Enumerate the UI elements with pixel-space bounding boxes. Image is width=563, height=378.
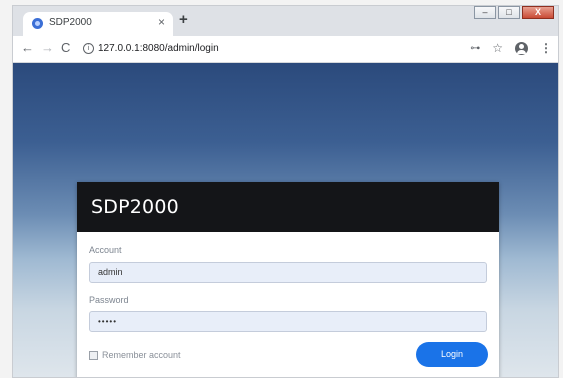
- login-button[interactable]: Login: [416, 342, 488, 367]
- close-window-button[interactable]: X: [522, 6, 554, 19]
- info-icon[interactable]: i: [83, 43, 94, 54]
- forward-arrow-icon[interactable]: →: [41, 41, 54, 55]
- login-header: SDP2000: [77, 182, 499, 232]
- new-tab-button[interactable]: +: [179, 12, 188, 27]
- favicon-icon: [32, 18, 43, 29]
- maximize-button[interactable]: □: [498, 6, 520, 19]
- key-icon[interactable]: ⊶: [470, 43, 480, 54]
- url-text[interactable]: 127.0.0.1:8080/admin/login: [98, 43, 219, 54]
- account-input[interactable]: admin: [89, 262, 487, 283]
- tab-title: SDP2000: [49, 17, 92, 28]
- toolbar-actions: ⊶ ☆ ⋮: [470, 41, 552, 55]
- browser-tab[interactable]: SDP2000 ×: [23, 12, 173, 36]
- remember-label[interactable]: Remember account: [102, 350, 181, 360]
- remember-checkbox[interactable]: [89, 350, 98, 360]
- reload-icon[interactable]: C: [61, 41, 70, 55]
- screenshot-stage: SDP2000 × + – □ X ← → C i 127.0.0.1:8080…: [0, 0, 563, 378]
- password-label: Password: [89, 295, 129, 305]
- window-controls: – □ X: [474, 6, 554, 19]
- bookmark-star-icon[interactable]: ☆: [492, 41, 503, 55]
- back-arrow-icon[interactable]: ←: [21, 41, 34, 55]
- login-card: SDP2000 Account admin Password ••••• Rem…: [77, 182, 499, 377]
- kebab-menu-icon[interactable]: ⋮: [540, 41, 552, 55]
- login-title: SDP2000: [91, 196, 179, 218]
- browser-window: SDP2000 × + – □ X ← → C i 127.0.0.1:8080…: [12, 5, 559, 378]
- password-input[interactable]: •••••: [89, 311, 487, 332]
- page-background: SDP2000 Account admin Password ••••• Rem…: [13, 63, 558, 377]
- tab-strip: SDP2000 × + – □ X: [13, 6, 558, 36]
- account-label: Account: [89, 245, 122, 255]
- address-bar[interactable]: i 127.0.0.1:8080/admin/login: [79, 39, 479, 59]
- account-icon[interactable]: [515, 41, 528, 55]
- browser-toolbar: ← → C i 127.0.0.1:8080/admin/login ⊶ ☆ ⋮: [13, 36, 558, 63]
- remember-account[interactable]: Remember account: [89, 350, 181, 360]
- tab-close-icon[interactable]: ×: [158, 15, 165, 29]
- minimize-button[interactable]: –: [474, 6, 496, 19]
